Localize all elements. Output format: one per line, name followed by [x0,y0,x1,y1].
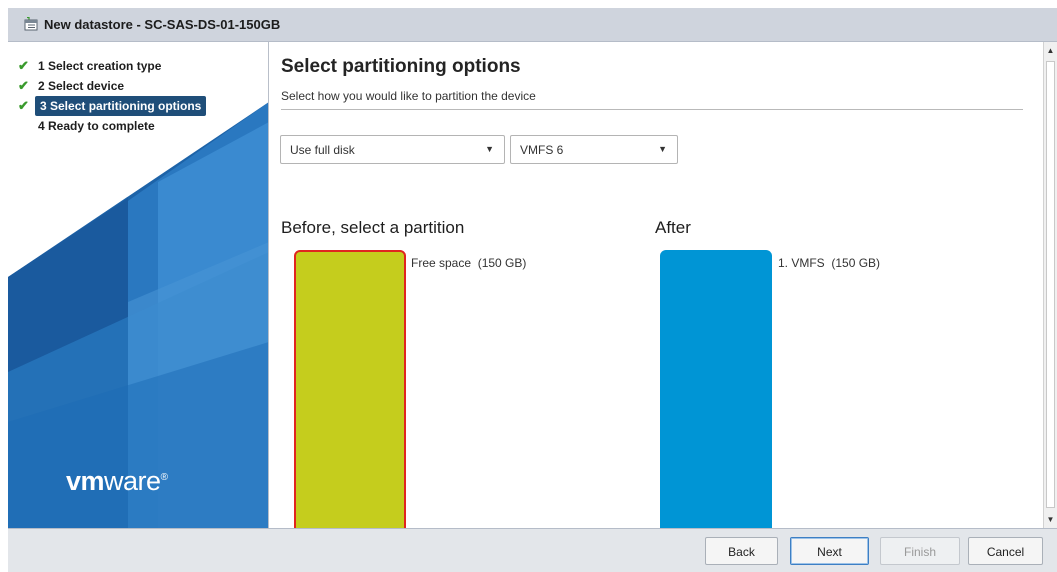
wizard-sidebar: ✔ 1 Select creation type ✔ 2 Select devi… [8,42,269,528]
divider [281,109,1023,110]
checkmark-icon: ✔ [18,58,29,73]
next-button[interactable]: Next [790,537,869,565]
wizard-content: Select partitioning options Select how y… [270,42,1040,528]
step-select-creation-type[interactable]: ✔ 1 Select creation type [8,56,268,76]
page-subtitle: Select how you would like to partition t… [281,89,536,103]
step-select-partitioning-options[interactable]: ✔ 3 Select partitioning options [8,96,268,116]
dropdown-arrow-icon: ▼ [485,144,494,154]
page-title: Select partitioning options [281,56,521,77]
vertical-scrollbar[interactable]: ▲ ▼ [1043,42,1057,528]
step-label: 3 Select partitioning options [35,96,207,116]
top-strip [0,0,1057,8]
free-space-partition[interactable] [294,250,406,528]
checkmark-icon: ✔ [18,78,29,93]
step-ready-to-complete[interactable]: 4 Ready to complete [8,116,268,136]
cancel-button[interactable]: Cancel [968,537,1043,565]
datastore-icon [24,17,38,31]
vmfs-version-select[interactable]: VMFS 6 ▼ [510,135,678,164]
free-space-partition-label: Free space (150 GB) [411,256,527,270]
dialog-title-bar: New datastore - SC-SAS-DS-01-150GB [8,8,1057,42]
step-select-device[interactable]: ✔ 2 Select device [8,76,268,96]
vmware-logo: vmware® [66,466,168,496]
checkmark-icon: ✔ [18,98,29,113]
back-button[interactable]: Back [705,537,778,565]
wizard-steps: ✔ 1 Select creation type ✔ 2 Select devi… [8,56,268,136]
scrollbar-thumb[interactable] [1046,61,1055,508]
step-label: 1 Select creation type [38,59,162,73]
after-heading: After [655,218,691,237]
scroll-down-arrow-icon[interactable]: ▼ [1044,511,1057,528]
partition-configuration-select[interactable]: Use full disk ▼ [280,135,505,164]
step-label: 4 Ready to complete [38,119,155,133]
step-label: 2 Select device [38,79,125,93]
dialog-title: New datastore - SC-SAS-DS-01-150GB [44,17,281,32]
vmfs-partition [660,250,772,528]
scroll-up-arrow-icon[interactable]: ▲ [1044,42,1057,59]
before-heading: Before, select a partition [281,218,465,237]
vmfs-partition-label: 1. VMFS (150 GB) [778,256,881,270]
wizard-footer: Back Next Finish Cancel [8,528,1057,572]
finish-button[interactable]: Finish [880,537,960,565]
dropdown-arrow-icon: ▼ [658,144,667,154]
